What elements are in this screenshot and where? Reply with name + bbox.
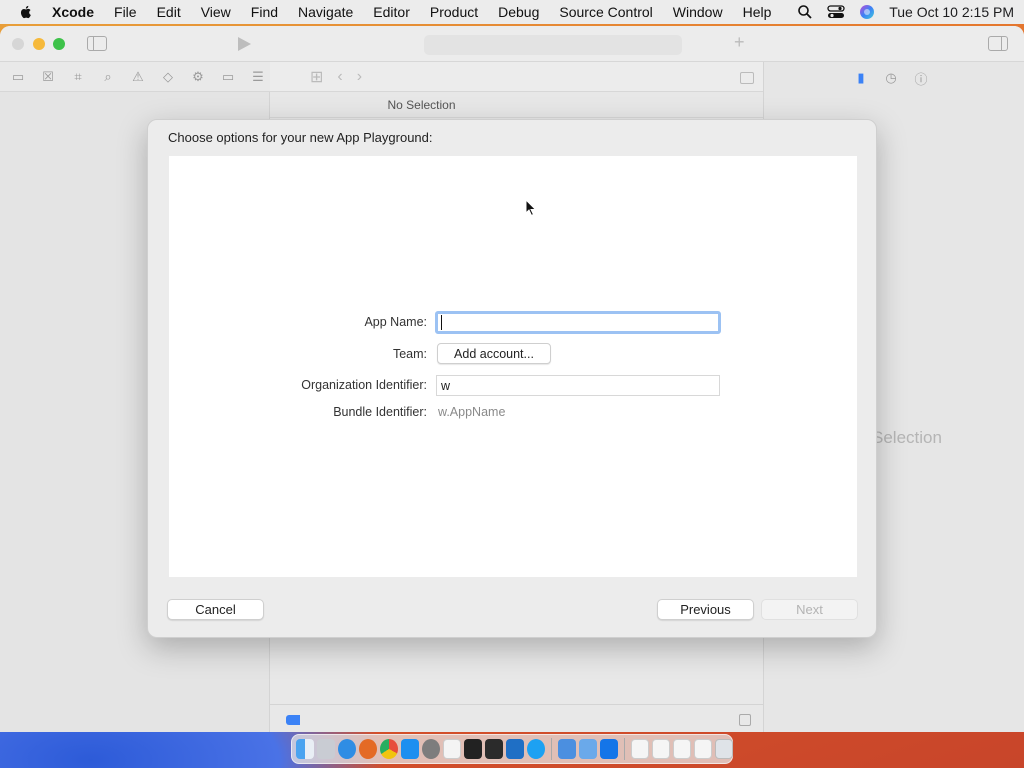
- menu-bar-clock[interactable]: Tue Oct 10 2:15 PM: [889, 4, 1014, 20]
- app-name-label: App Name:: [364, 315, 427, 329]
- menu-xcode[interactable]: Xcode: [52, 4, 94, 20]
- next-button[interactable]: Next: [761, 599, 858, 620]
- apple-icon[interactable]: [18, 4, 34, 20]
- cancel-button[interactable]: Cancel: [167, 599, 264, 620]
- skype-icon[interactable]: [527, 739, 545, 759]
- spotlight-search-icon[interactable]: [797, 4, 813, 20]
- dock-separator: [551, 738, 552, 760]
- previous-button[interactable]: Previous: [657, 599, 754, 620]
- options-panel: App Name: Team: Add account... Organizat…: [169, 156, 857, 577]
- menu-bar-extras: Tue Oct 10 2:15 PM: [797, 4, 1014, 20]
- add-account-button[interactable]: Add account...: [437, 343, 551, 364]
- terminal-icon[interactable]: [464, 739, 482, 759]
- menu-navigate[interactable]: Navigate: [298, 4, 353, 20]
- menu-product[interactable]: Product: [430, 4, 478, 20]
- organization-identifier-input[interactable]: [436, 375, 720, 396]
- debug-area-toggle-icon[interactable]: [286, 715, 300, 725]
- menu-bar: Xcode File Edit View Find Navigate Edito…: [0, 0, 1024, 24]
- close-window-button[interactable]: [12, 38, 24, 50]
- launchpad-icon[interactable]: [317, 739, 335, 759]
- dock-separator: [624, 738, 625, 760]
- firefox-icon[interactable]: [359, 739, 377, 759]
- report-navigator-icon[interactable]: ☰: [249, 68, 267, 86]
- app-store-icon[interactable]: [401, 739, 419, 759]
- menu-help[interactable]: Help: [743, 4, 772, 20]
- inspector-tabs: ▮ ◷ ⓘ: [854, 70, 928, 87]
- recent-doc-icon[interactable]: [673, 739, 691, 759]
- trash-icon[interactable]: [715, 739, 733, 759]
- inspector-toggle-icon[interactable]: [988, 36, 1008, 51]
- vscode-icon[interactable]: [506, 739, 524, 759]
- navigator-toggle-icon[interactable]: [87, 36, 107, 51]
- minimize-window-button[interactable]: [33, 38, 45, 50]
- mouse-pointer-icon: [525, 199, 537, 217]
- menu-source-control[interactable]: Source Control: [559, 4, 652, 20]
- activity-viewer: [424, 35, 682, 55]
- debug-navigator-icon[interactable]: ⚙: [189, 68, 207, 86]
- menu-view[interactable]: View: [201, 4, 231, 20]
- finder-icon[interactable]: [296, 739, 314, 759]
- run-icon[interactable]: [238, 37, 251, 51]
- library-plus-icon[interactable]: +: [734, 32, 745, 53]
- preview-icon[interactable]: [558, 739, 576, 759]
- dock: [291, 734, 733, 764]
- editor-no-selection: No Selection: [270, 92, 763, 118]
- menu-edit[interactable]: Edit: [157, 4, 181, 20]
- safari-icon[interactable]: [338, 739, 356, 759]
- editor-options-icon[interactable]: [740, 72, 754, 84]
- back-chevron-icon[interactable]: ‹: [337, 68, 342, 86]
- menu-find[interactable]: Find: [251, 4, 278, 20]
- textedit-icon[interactable]: [443, 739, 461, 759]
- issue-navigator-icon[interactable]: ⚠: [129, 68, 147, 86]
- menu-debug[interactable]: Debug: [498, 4, 539, 20]
- team-label: Team:: [392, 347, 427, 361]
- symbol-navigator-icon[interactable]: ⌗: [69, 68, 87, 86]
- chrome-icon[interactable]: [380, 739, 398, 759]
- related-items-grid-icon[interactable]: ⊞: [310, 67, 323, 87]
- test-navigator-icon[interactable]: ◇: [159, 68, 177, 86]
- window-toolbar: +: [0, 26, 1024, 62]
- siri-icon[interactable]: [859, 4, 875, 20]
- find-navigator-icon[interactable]: ⌕: [99, 68, 117, 86]
- navigator-selector-bar: ▭ ☒ ⌗ ⌕ ⚠ ◇ ⚙ ▭ ☰: [0, 62, 270, 92]
- text-caret: [441, 315, 442, 330]
- sheet-title: Choose options for your new App Playgrou…: [168, 130, 433, 145]
- xcode-icon[interactable]: [600, 739, 618, 759]
- new-app-playground-sheet: Choose options for your new App Playgrou…: [147, 119, 877, 638]
- source-control-navigator-icon[interactable]: ☒: [39, 68, 57, 86]
- app-name-input[interactable]: [435, 311, 721, 334]
- xcode-brush-icon[interactable]: [485, 739, 503, 759]
- menu-editor[interactable]: Editor: [373, 4, 410, 20]
- bundle-identifier-value: w.AppName: [438, 405, 506, 419]
- settings-icon[interactable]: [422, 739, 440, 759]
- project-navigator-folder-icon[interactable]: ▭: [9, 68, 27, 86]
- inspector-no-selection: Selection: [872, 428, 942, 447]
- help-inspector-icon[interactable]: ⓘ: [914, 70, 928, 87]
- forward-chevron-icon[interactable]: ›: [357, 68, 362, 86]
- menu-window[interactable]: Window: [673, 4, 723, 20]
- bundle-identifier-label: Bundle Identifier:: [333, 405, 427, 419]
- organization-identifier-label: Organization Identifier:: [301, 378, 427, 392]
- recent-doc-icon[interactable]: [652, 739, 670, 759]
- breakpoint-navigator-icon[interactable]: ▭: [219, 68, 237, 86]
- debug-bar: [270, 704, 763, 732]
- control-center-icon[interactable]: [827, 4, 845, 20]
- editor-jump-bar: ⊞ ‹ ›: [270, 62, 763, 92]
- file-inspector-icon[interactable]: ▮: [854, 70, 868, 86]
- mail-icon[interactable]: [579, 739, 597, 759]
- history-inspector-icon[interactable]: ◷: [884, 70, 898, 86]
- zoom-window-button[interactable]: [53, 38, 65, 50]
- menu-file[interactable]: File: [114, 4, 137, 20]
- recent-doc-icon[interactable]: [631, 739, 649, 759]
- hide-debug-area-icon[interactable]: [739, 714, 751, 726]
- recent-doc-icon[interactable]: [694, 739, 712, 759]
